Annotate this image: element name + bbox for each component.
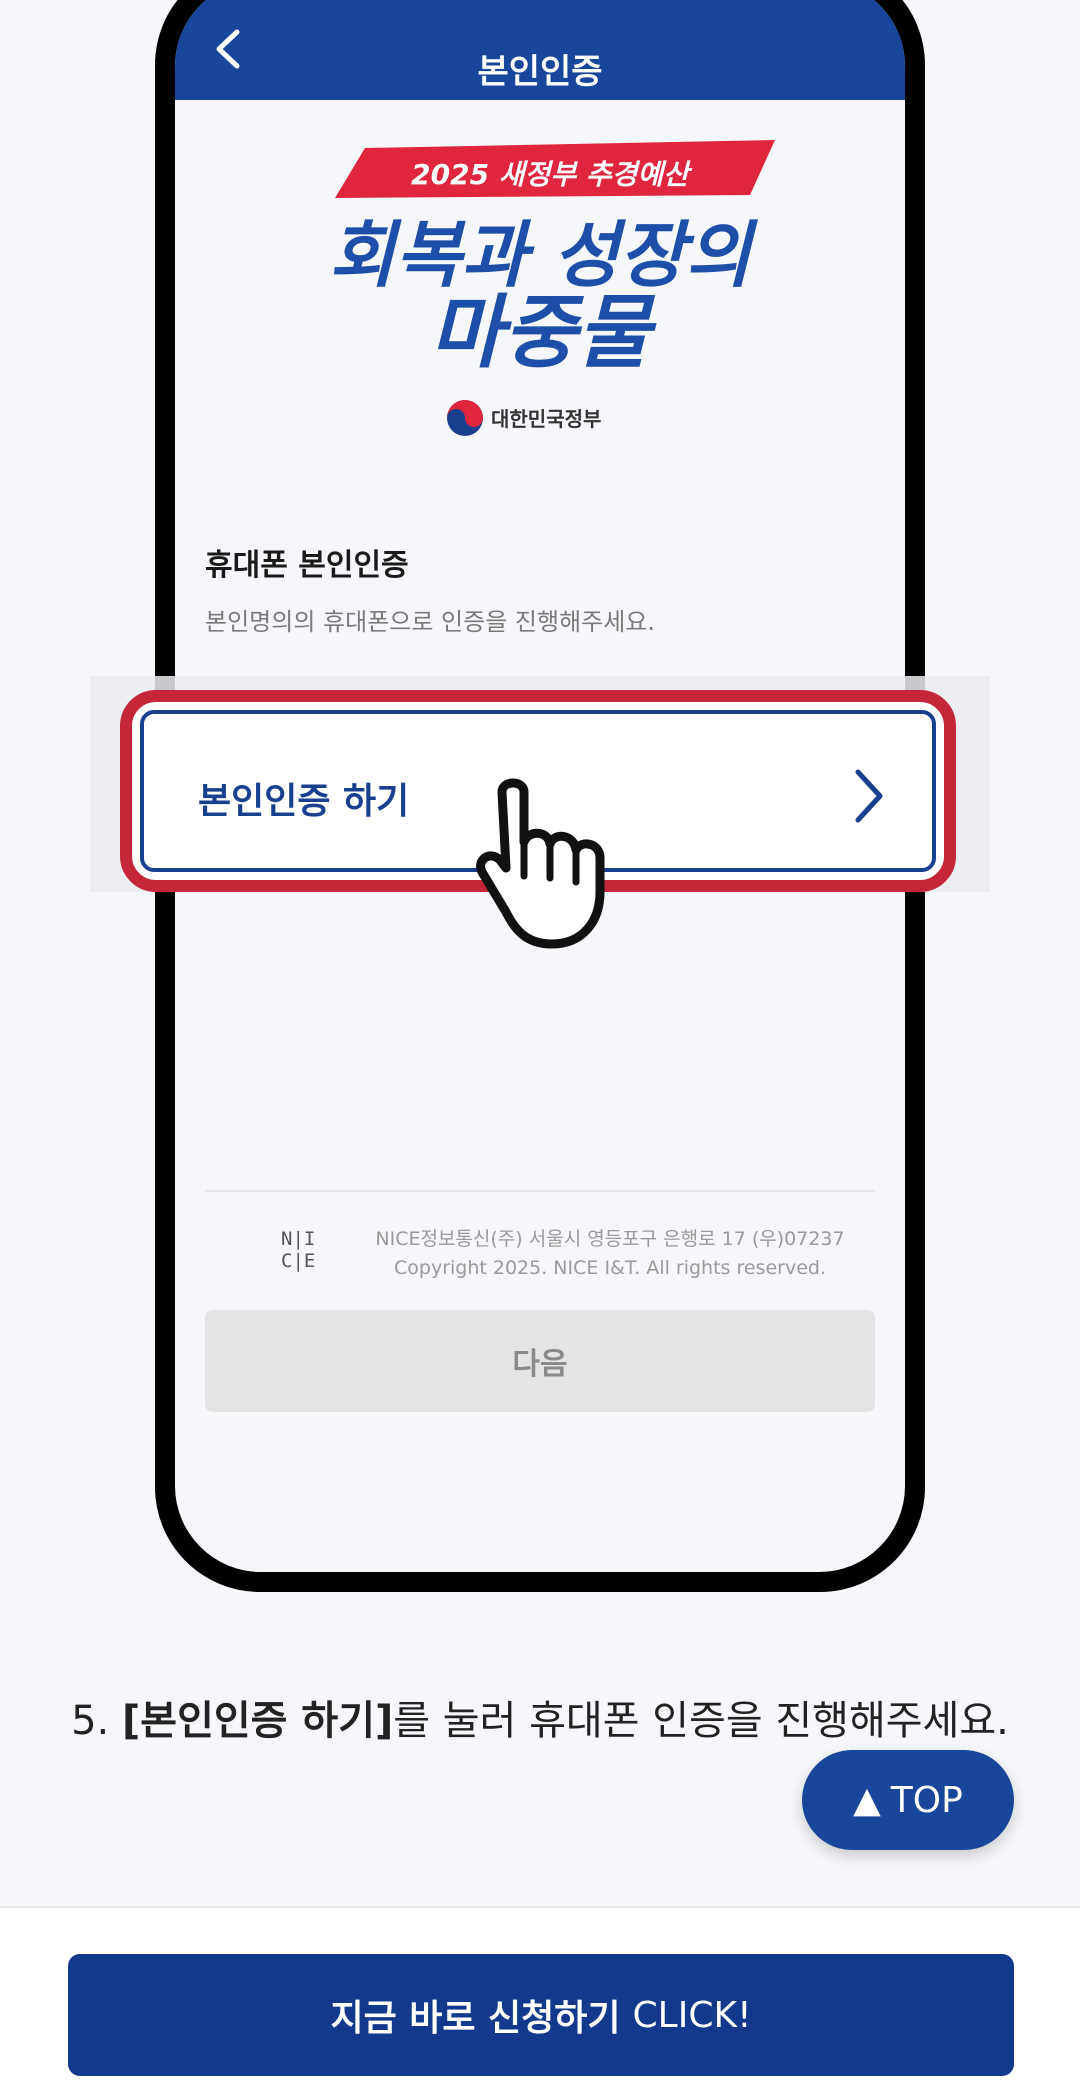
- instruction-rest: 를 눌러 휴대폰 인증을 진행해주세요.: [393, 1698, 1009, 1744]
- scroll-top-button[interactable]: ▲ TOP: [802, 1750, 1014, 1850]
- banner-title-line1: 회복과 성장의: [329, 213, 758, 297]
- bottom-bar: 지금 바로 신청하기 CLICK!: [0, 1906, 1080, 2086]
- divider: [205, 1190, 875, 1192]
- instruction-number: 5.: [71, 1698, 110, 1744]
- section-title: 휴대폰 본인인증: [205, 548, 409, 583]
- gov-label: 대한민국정부: [491, 407, 601, 431]
- nice-address: NICE정보통신(주) 서울시 영등포구 은행로 17 (우)07237: [375, 1228, 845, 1250]
- page-title: 본인인증: [477, 52, 603, 92]
- apply-now-button[interactable]: 지금 바로 신청하기 CLICK!: [68, 1954, 1014, 2076]
- top-button-label: TOP: [890, 1779, 963, 1821]
- nice-footer-text: NICE정보통신(주) 서울시 영등포구 은행로 17 (우)07237 Cop…: [315, 1225, 905, 1283]
- app-bar: 본인인증: [175, 0, 905, 100]
- taegeuk-icon: [447, 400, 483, 436]
- campaign-banner: 2025 새정부 추경예산 회복과 성장의 마중물 대한민국정부: [329, 140, 775, 436]
- banner-ribbon-text: 2025 새정부 추경예산: [411, 158, 693, 191]
- triangle-up-icon: ▲: [853, 1779, 881, 1821]
- nice-copyright: Copyright 2025. NICE I&T. All rights res…: [394, 1257, 826, 1279]
- cta-bold-label: 지금 바로 신청하기: [330, 1998, 621, 2039]
- cta-light-label: CLICK!: [632, 1994, 752, 2036]
- pointing-hand-icon: [476, 778, 605, 949]
- chevron-right-icon: [855, 769, 883, 823]
- section-description: 본인명의의 휴대폰으로 인증을 진행해주세요.: [205, 608, 656, 636]
- next-button[interactable]: 다음: [205, 1310, 875, 1412]
- verify-button-label: 본인인증 하기: [198, 781, 410, 822]
- banner-title-line2: 마중물: [430, 286, 657, 379]
- instruction-text: 5. [본인인증 하기]를 눌러 휴대폰 인증을 진행해주세요.: [60, 1688, 1020, 1754]
- instruction-bold: [본인인증 하기]: [122, 1698, 394, 1744]
